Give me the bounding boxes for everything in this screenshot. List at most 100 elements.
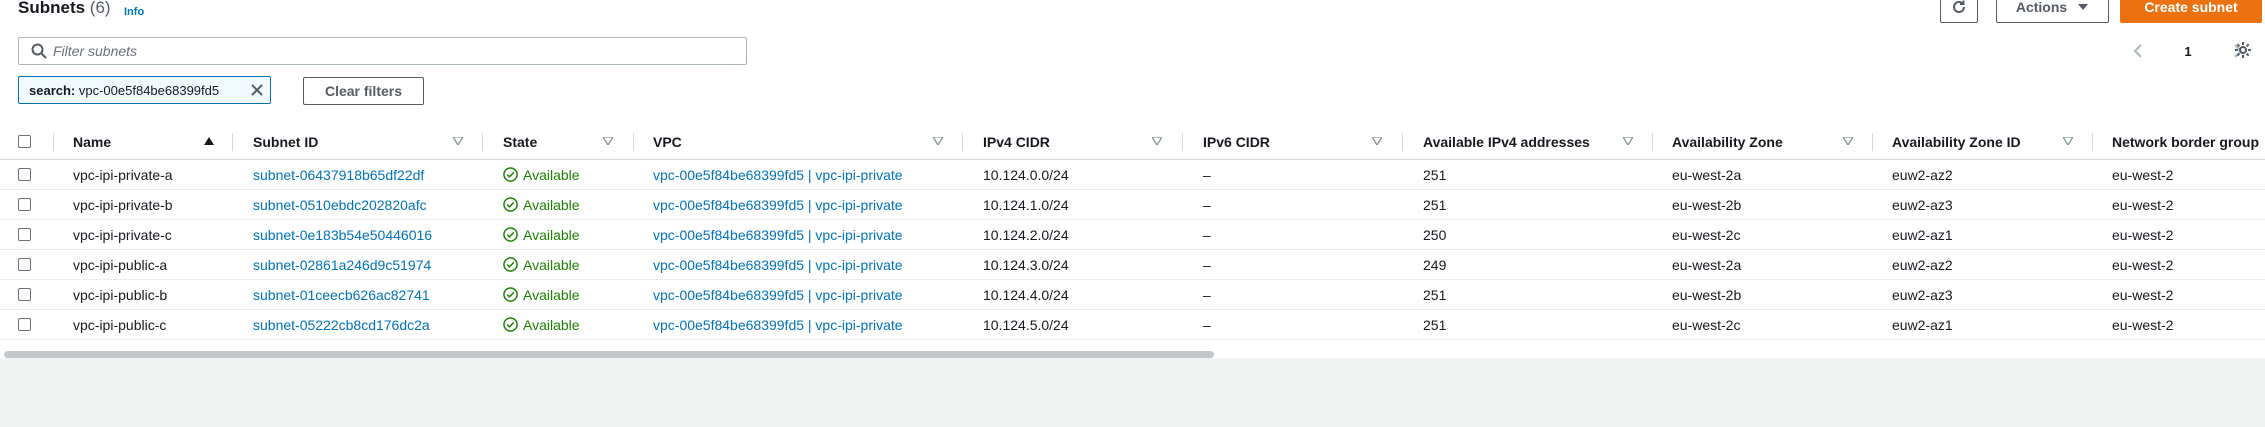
column-header-az-id[interactable]: Availability Zone ID xyxy=(1892,124,2021,159)
column-header-subnet-id[interactable]: Subnet ID xyxy=(253,124,318,159)
filter-token-key: search: xyxy=(29,82,76,98)
cell-subnet-id[interactable]: subnet-0510ebdc202820afc xyxy=(253,190,427,219)
column-divider xyxy=(2092,133,2093,151)
chevron-left-icon[interactable] xyxy=(2133,44,2143,58)
state-label: Available xyxy=(523,166,580,183)
cell-availability-zone: eu-west-2a xyxy=(1672,166,1742,183)
cell-network-border-group: eu-west-2 xyxy=(2112,166,2174,183)
cell-network-border-group: eu-west-2 xyxy=(2112,226,2174,243)
cell-vpc[interactable]: vpc-00e5f84be68399fd5 | vpc-ipi-private xyxy=(653,190,903,219)
cell-name: vpc-ipi-public-b xyxy=(73,286,168,303)
column-header-network-border-group[interactable]: Network border group xyxy=(2112,124,2259,159)
cell-vpc[interactable]: vpc-00e5f84be68399fd5 | vpc-ipi-private xyxy=(653,250,903,279)
cell-state: Available xyxy=(503,160,580,189)
check-circle-icon xyxy=(503,227,518,242)
select-all-checkbox[interactable] xyxy=(18,135,31,148)
cell-ipv6-cidr: – xyxy=(1203,256,1211,273)
sort-icon[interactable] xyxy=(453,137,463,145)
table-header: Name Subnet ID State VPC IPv4 CIDR IPv6 … xyxy=(0,124,2265,160)
clear-filters-button[interactable]: Clear filters xyxy=(303,77,424,105)
column-header-availability-zone[interactable]: Availability Zone xyxy=(1672,124,1783,159)
sort-icon[interactable] xyxy=(1372,137,1382,145)
cell-ipv4-cidr: 10.124.5.0/24 xyxy=(983,316,1069,333)
sort-icon[interactable] xyxy=(1152,137,1162,145)
close-icon[interactable] xyxy=(249,82,265,98)
cell-ipv4-cidr: 10.124.3.0/24 xyxy=(983,256,1069,273)
row-checkbox[interactable] xyxy=(18,288,31,301)
actions-button[interactable]: Actions xyxy=(1996,0,2109,23)
column-header-name[interactable]: Name xyxy=(73,124,111,159)
sort-icon[interactable] xyxy=(1623,137,1633,145)
column-header-ipv6-cidr[interactable]: IPv6 CIDR xyxy=(1203,124,1270,159)
cell-network-border-group: eu-west-2 xyxy=(2112,256,2174,273)
cell-state: Available xyxy=(503,280,580,309)
state-label: Available xyxy=(523,316,580,333)
filter-search-box[interactable] xyxy=(18,37,747,65)
sort-icon[interactable] xyxy=(603,137,613,145)
column-header-state[interactable]: State xyxy=(503,124,537,159)
column-header-vpc[interactable]: VPC xyxy=(653,124,682,159)
cell-availability-zone: eu-west-2b xyxy=(1672,196,1742,213)
cell-state: Available xyxy=(503,220,580,249)
column-header-available-ipv4[interactable]: Available IPv4 addresses xyxy=(1423,124,1590,159)
check-circle-icon xyxy=(503,317,518,332)
table-row[interactable]: vpc-ipi-public-a subnet-02861a246d9c5197… xyxy=(0,250,2265,280)
row-checkbox[interactable] xyxy=(18,318,31,331)
cell-vpc[interactable]: vpc-00e5f84be68399fd5 | vpc-ipi-private xyxy=(653,280,903,309)
column-divider xyxy=(232,133,233,151)
table-row[interactable]: vpc-ipi-private-c subnet-0e183b54e504460… xyxy=(0,220,2265,250)
cell-name: vpc-ipi-private-c xyxy=(73,226,172,243)
row-checkbox[interactable] xyxy=(18,258,31,271)
subnet-count: (6) xyxy=(89,0,111,17)
info-link[interactable]: Info xyxy=(124,6,144,18)
cell-ipv6-cidr: – xyxy=(1203,226,1211,243)
cell-subnet-id[interactable]: subnet-05222cb8cd176dc2a xyxy=(253,310,430,339)
filter-token: search: vpc-00e5f84be68399fd5 xyxy=(18,76,271,104)
column-divider xyxy=(53,133,54,151)
column-divider xyxy=(633,133,634,151)
column-header-ipv4-cidr[interactable]: IPv4 CIDR xyxy=(983,124,1050,159)
cell-network-border-group: eu-west-2 xyxy=(2112,316,2174,333)
state-label: Available xyxy=(523,286,580,303)
cell-vpc[interactable]: vpc-00e5f84be68399fd5 | vpc-ipi-private xyxy=(653,310,903,339)
sort-ascending-icon[interactable] xyxy=(204,137,214,145)
column-divider xyxy=(482,133,483,151)
sort-icon[interactable] xyxy=(2063,137,2073,145)
cell-subnet-id[interactable]: subnet-02861a246d9c51974 xyxy=(253,250,431,279)
column-divider xyxy=(962,133,963,151)
cell-az-id: euw2-az3 xyxy=(1892,286,1953,303)
cell-ipv4-cidr: 10.124.1.0/24 xyxy=(983,196,1069,213)
create-subnet-button[interactable]: Create subnet xyxy=(2120,0,2262,23)
table-row[interactable]: vpc-ipi-public-c subnet-05222cb8cd176dc2… xyxy=(0,310,2265,340)
cell-vpc[interactable]: vpc-00e5f84be68399fd5 | vpc-ipi-private xyxy=(653,220,903,249)
scrollbar-thumb[interactable] xyxy=(4,351,1214,358)
cell-subnet-id[interactable]: subnet-06437918b65df22df xyxy=(253,160,424,189)
filter-subnets-input[interactable] xyxy=(53,41,733,61)
cell-available-ipv4: 251 xyxy=(1423,196,1447,213)
sort-icon[interactable] xyxy=(933,137,943,145)
cell-ipv4-cidr: 10.124.0.0/24 xyxy=(983,166,1069,183)
cell-vpc[interactable]: vpc-00e5f84be68399fd5 | vpc-ipi-private xyxy=(653,160,903,189)
sort-icon[interactable] xyxy=(1843,137,1853,145)
actions-label: Actions xyxy=(2015,0,2068,15)
gear-icon[interactable] xyxy=(2234,41,2252,59)
check-circle-icon xyxy=(503,197,518,212)
refresh-button[interactable] xyxy=(1940,0,1978,23)
table-row[interactable]: vpc-ipi-public-b subnet-01ceecb626ac8274… xyxy=(0,280,2265,310)
cell-subnet-id[interactable]: subnet-0e183b54e50446016 xyxy=(253,220,432,249)
table-row[interactable]: vpc-ipi-private-b subnet-0510ebdc202820a… xyxy=(0,190,2265,220)
table-row[interactable]: vpc-ipi-private-a subnet-06437918b65df22… xyxy=(0,160,2265,190)
row-checkbox[interactable] xyxy=(18,228,31,241)
page-number[interactable]: 1 xyxy=(2184,44,2191,59)
cell-subnet-id[interactable]: subnet-01ceecb626ac82741 xyxy=(253,280,430,309)
row-checkbox[interactable] xyxy=(18,198,31,211)
cell-network-border-group: eu-west-2 xyxy=(2112,286,2174,303)
cell-availability-zone: eu-west-2c xyxy=(1672,226,1741,243)
refresh-icon xyxy=(1953,0,1965,13)
row-checkbox[interactable] xyxy=(18,168,31,181)
cell-available-ipv4: 251 xyxy=(1423,286,1447,303)
cell-ipv6-cidr: – xyxy=(1203,196,1211,213)
state-label: Available xyxy=(523,226,580,243)
check-circle-icon xyxy=(503,257,518,272)
pagination: 1 xyxy=(2133,41,2243,61)
